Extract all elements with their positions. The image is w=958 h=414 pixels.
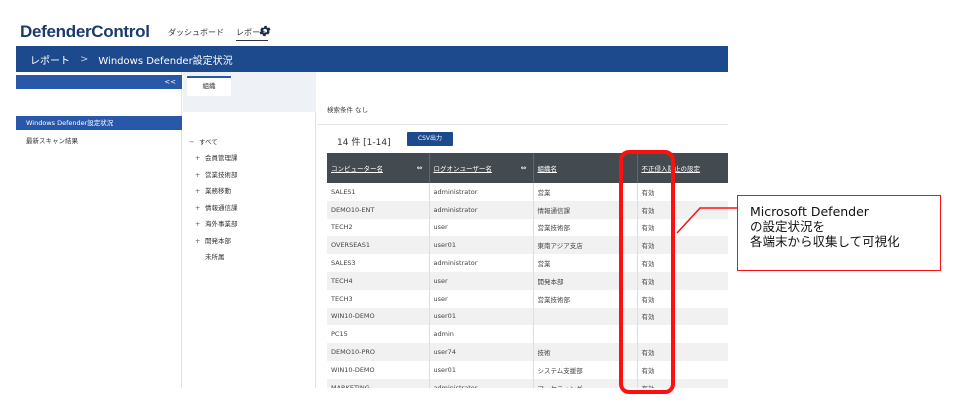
sort-icon[interactable]: ⇔ bbox=[521, 164, 527, 172]
cell-computer-name: WIN10-DEMO bbox=[327, 307, 430, 326]
callout-line: 各端末から収集して可視化 bbox=[750, 234, 900, 249]
org-tabs: 組織 bbox=[183, 72, 316, 112]
collapse-mark[interactable]: − bbox=[189, 138, 199, 146]
cell-logon-user: user bbox=[429, 271, 534, 290]
expand-mark[interactable]: + bbox=[195, 154, 205, 162]
tree-item-label: 開発本部 bbox=[205, 237, 231, 245]
cell-computer-name: MARKETING bbox=[327, 378, 430, 388]
cell-logon-user: user01 bbox=[429, 307, 534, 326]
cell-logon-user: user01 bbox=[429, 360, 534, 379]
cell-computer-name: OVERSEAS1 bbox=[327, 236, 430, 255]
cell-logon-user: administrator bbox=[429, 200, 534, 219]
tree-item-label: 海外事業部 bbox=[205, 220, 238, 228]
column-label: 組織名 bbox=[537, 165, 558, 173]
tree-item[interactable]: + 営業技術部 bbox=[195, 169, 238, 179]
tree-item-label: 会員管理課 bbox=[205, 154, 238, 162]
search-condition: 検索条件 なし bbox=[327, 106, 369, 114]
tree-item-label: すべて bbox=[199, 138, 218, 146]
breadcrumb-current: Windows Defender設定状況 bbox=[98, 55, 233, 67]
callout-line: Microsoft Defender bbox=[750, 204, 869, 219]
tab-organization[interactable]: 組織 bbox=[187, 76, 231, 96]
tree-item-label: 未所属 bbox=[205, 253, 225, 261]
cell-logon-user: administrator bbox=[429, 183, 534, 201]
tree-item-label: 業務移動 bbox=[205, 187, 231, 195]
column-label: ログオンユーザー名 bbox=[433, 165, 492, 173]
cell-computer-name: TECH4 bbox=[327, 271, 430, 290]
breadcrumb-report[interactable]: レポート bbox=[30, 52, 70, 67]
column-label: コンピューター名 bbox=[331, 165, 383, 173]
expand-mark[interactable]: + bbox=[195, 237, 205, 245]
tree-item[interactable]: + 海外事業部 bbox=[195, 218, 238, 228]
column-logon-user[interactable]: ログオンユーザー名 ⇔ bbox=[429, 153, 534, 183]
cell-computer-name: DEMO10-ENT bbox=[327, 200, 430, 219]
sidebar: << Windows Defender設定状況 最新スキャン結果 bbox=[16, 72, 182, 388]
callout-line: の設定状況を bbox=[750, 219, 826, 234]
sidebar-collapse-button[interactable]: << bbox=[16, 75, 182, 89]
tree-item[interactable]: + 情報通信課 bbox=[195, 202, 238, 212]
cell-logon-user: user01 bbox=[429, 236, 534, 255]
cell-logon-user: administrator bbox=[429, 254, 534, 272]
result-count: 14 件 [1-14] bbox=[337, 138, 391, 148]
sidebar-item-latest-scan[interactable]: 最新スキャン結果 bbox=[16, 134, 182, 148]
cell-logon-user: user74 bbox=[429, 343, 534, 361]
expand-mark[interactable]: + bbox=[195, 220, 205, 228]
cell-logon-user: user bbox=[429, 289, 534, 308]
gear-icon[interactable] bbox=[258, 24, 272, 38]
nav-dashboard[interactable]: ダッシュボード bbox=[168, 27, 224, 41]
app-logo: DefenderControl bbox=[20, 22, 150, 41]
tree-item-label: 情報通信課 bbox=[205, 204, 238, 212]
tree-item[interactable]: 未所属 bbox=[195, 251, 225, 261]
cell-computer-name: SALES3 bbox=[327, 254, 430, 272]
cell-logon-user: administrator bbox=[429, 378, 534, 388]
cell-computer-name: TECH3 bbox=[327, 289, 430, 308]
callout-annotation: Microsoft Defender の設定状況を 各端末から収集して可視化 bbox=[737, 195, 941, 271]
top-nav: ダッシュボード レポート bbox=[168, 27, 268, 41]
cell-logon-user: admin bbox=[429, 325, 534, 344]
tree-item-label: 営業技術部 bbox=[205, 171, 238, 179]
expand-mark[interactable]: + bbox=[195, 171, 205, 179]
cell-computer-name: PC15 bbox=[327, 325, 430, 344]
divider bbox=[317, 124, 728, 125]
sidebar-item-defender-status[interactable]: Windows Defender設定状況 bbox=[16, 116, 182, 130]
tree-item[interactable]: + 開発本部 bbox=[195, 235, 231, 245]
cell-computer-name: WIN10-DEMO bbox=[327, 360, 430, 379]
cell-computer-name: SALES1 bbox=[327, 183, 430, 201]
org-panel: 組織 − すべて + 会員管理課 + 営業技術部 + 業務移動 + 情報通信課 + 海外事業… bbox=[183, 72, 316, 388]
cell-computer-name: TECH2 bbox=[327, 218, 430, 237]
tree-item[interactable]: + 会員管理課 bbox=[195, 152, 238, 162]
highlight-box bbox=[619, 150, 675, 394]
top-header: DefenderControl ダッシュボード レポート bbox=[16, 18, 728, 46]
cell-logon-user: user bbox=[429, 218, 534, 237]
csv-export-button[interactable]: CSV出力 bbox=[407, 132, 453, 146]
expand-mark[interactable]: + bbox=[195, 204, 205, 212]
tree-item[interactable]: + 業務移動 bbox=[195, 185, 231, 195]
cell-computer-name: DEMO10-PRO bbox=[327, 343, 430, 361]
breadcrumb: レポート > Windows Defender設定状況 bbox=[16, 46, 728, 72]
tree-item[interactable]: − すべて bbox=[189, 136, 218, 146]
column-computer-name[interactable]: コンピューター名 ⇔ bbox=[327, 153, 430, 183]
expand-mark[interactable]: + bbox=[195, 187, 205, 195]
sort-icon[interactable]: ⇔ bbox=[417, 164, 423, 172]
breadcrumb-separator: > bbox=[80, 53, 89, 65]
